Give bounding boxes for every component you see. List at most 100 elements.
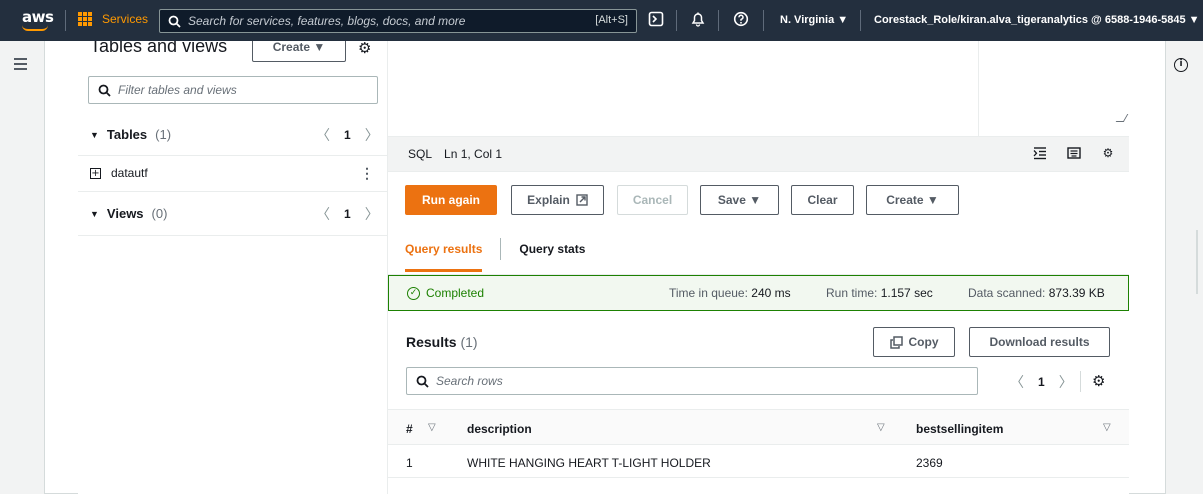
keyboard-icon[interactable] bbox=[1067, 146, 1081, 160]
more-actions-icon[interactable]: ⋮ bbox=[360, 165, 374, 182]
divider bbox=[78, 155, 387, 156]
services-menu-button[interactable]: Services bbox=[78, 12, 148, 26]
grid-icon bbox=[78, 12, 94, 26]
table-name: datautf bbox=[111, 166, 148, 180]
filter-placeholder: Filter tables and views bbox=[118, 83, 237, 97]
nav-separator bbox=[65, 10, 66, 31]
table-row: 1 WHITE HANGING HEART T-LIGHT HOLDER 236… bbox=[388, 445, 1129, 478]
search-rows-input[interactable]: Search rows bbox=[406, 367, 978, 395]
tables-page-number[interactable]: 1 bbox=[344, 128, 351, 142]
divider bbox=[78, 191, 387, 192]
explain-label: Explain bbox=[527, 193, 570, 207]
account-menu[interactable]: Corestack_Role/kiran.alva_tigeranalytics… bbox=[874, 14, 1200, 26]
search-shortcut: [Alt+S] bbox=[595, 14, 628, 26]
editor-status-bar: SQL Ln 1, Col 1 ⚙ bbox=[388, 136, 1129, 172]
column-header-description[interactable]: description bbox=[467, 422, 532, 436]
divider bbox=[78, 235, 387, 236]
views-page-number[interactable]: 1 bbox=[344, 207, 351, 221]
panel-title: Tables and views bbox=[90, 41, 228, 56]
table-cell: WHITE HANGING HEART T-LIGHT HOLDER bbox=[467, 456, 711, 470]
results-table-header: # ▽ description ▽ bestsellingitem ▽ bbox=[388, 409, 1129, 445]
tab-separator bbox=[500, 238, 502, 260]
editor-margin-line bbox=[978, 41, 979, 136]
status-completed: ✓ Completed bbox=[407, 286, 484, 300]
external-link-icon bbox=[576, 194, 588, 206]
tab-query-stats[interactable]: Query stats bbox=[519, 232, 585, 272]
results-pager: 〈 1 〉 bbox=[1010, 372, 1073, 392]
status-banner: ✓ Completed Time in queue: 240 ms Run ti… bbox=[388, 275, 1129, 311]
caret-down-icon: ▼ bbox=[90, 129, 99, 140]
chevron-right-icon[interactable]: 〉 bbox=[365, 204, 379, 224]
tab-query-results[interactable]: Query results bbox=[405, 232, 483, 272]
download-results-button[interactable]: Download results bbox=[969, 327, 1110, 357]
status-text: Completed bbox=[426, 286, 485, 300]
region-selector[interactable]: N. Virginia ▼ bbox=[780, 14, 848, 26]
cancel-button: Cancel bbox=[617, 185, 688, 215]
divider bbox=[1080, 371, 1081, 392]
table-item-datautf[interactable]: + datautf bbox=[90, 166, 148, 180]
results-page-number[interactable]: 1 bbox=[1038, 375, 1045, 389]
copy-label: Copy bbox=[908, 335, 939, 349]
sort-icon[interactable]: ▽ bbox=[1103, 422, 1111, 433]
run-again-button[interactable]: Run again bbox=[405, 185, 497, 215]
sql-editor[interactable] bbox=[388, 41, 1129, 136]
explain-button[interactable]: Explain bbox=[511, 185, 604, 215]
caret-down-icon: ▼ bbox=[90, 208, 99, 219]
data-scanned: Data scanned: 873.39 KB bbox=[968, 286, 1105, 300]
views-pager: 〈 1 〉 bbox=[316, 204, 379, 224]
global-search-input[interactable]: Search for services, features, blogs, do… bbox=[159, 9, 637, 33]
clear-button[interactable]: Clear bbox=[791, 185, 854, 215]
search-placeholder: Search for services, features, blogs, do… bbox=[188, 14, 466, 28]
editor-language: SQL bbox=[408, 147, 433, 161]
table-cell: 1 bbox=[406, 456, 413, 470]
save-button[interactable]: Save ▼ bbox=[700, 185, 779, 215]
time-in-queue: Time in queue: 240 ms bbox=[669, 286, 791, 300]
table-cell: 2369 bbox=[916, 456, 943, 470]
search-icon bbox=[98, 84, 111, 97]
nav-separator bbox=[676, 10, 677, 31]
nav-separator bbox=[763, 10, 764, 31]
gear-icon[interactable]: ⚙ bbox=[1101, 146, 1115, 160]
help-icon[interactable] bbox=[733, 11, 749, 30]
chevron-left-icon[interactable]: 〈 bbox=[1010, 372, 1024, 392]
results-tabs: Query results Query stats bbox=[405, 232, 585, 272]
results-count: (1) bbox=[460, 334, 478, 350]
search-icon bbox=[168, 15, 181, 28]
aws-logo[interactable]: aws bbox=[22, 9, 54, 25]
create-button[interactable]: Create ▼ bbox=[866, 185, 959, 215]
sort-icon[interactable]: ▽ bbox=[877, 422, 885, 433]
format-query-icon[interactable] bbox=[1033, 146, 1047, 160]
tables-section-toggle[interactable]: ▼ Tables (1) bbox=[90, 127, 171, 142]
views-label: Views bbox=[106, 206, 144, 221]
views-section-toggle[interactable]: ▼ Views (0) bbox=[90, 206, 167, 221]
search-rows-placeholder: Search rows bbox=[436, 374, 503, 388]
column-header-bestsellingitem[interactable]: bestsellingitem bbox=[916, 422, 1003, 436]
bell-icon[interactable] bbox=[690, 11, 706, 30]
chevron-left-icon[interactable]: 〈 bbox=[316, 204, 330, 224]
services-label: Services bbox=[102, 12, 149, 26]
create-table-button[interactable]: Create ▼ bbox=[252, 41, 346, 62]
filter-tables-input[interactable]: Filter tables and views bbox=[88, 76, 378, 104]
gear-icon[interactable]: ⚙ bbox=[358, 41, 371, 57]
sort-icon[interactable]: ▽ bbox=[428, 422, 436, 433]
cursor-position: Ln 1, Col 1 bbox=[444, 147, 503, 161]
menu-icon[interactable] bbox=[14, 58, 27, 73]
nav-separator bbox=[860, 10, 861, 31]
chevron-left-icon[interactable]: 〈 bbox=[316, 125, 330, 145]
query-results-panel: Run again Explain Cancel Save ▼ Clear Cr… bbox=[388, 172, 1129, 494]
nav-separator bbox=[718, 10, 719, 31]
cloudshell-icon[interactable] bbox=[648, 11, 664, 30]
column-header-index: # bbox=[406, 422, 413, 436]
copy-icon bbox=[889, 335, 903, 349]
views-count: (0) bbox=[151, 206, 168, 221]
gear-icon[interactable]: ⚙ bbox=[1092, 372, 1105, 390]
search-icon bbox=[416, 375, 429, 388]
info-icon[interactable]: i bbox=[1174, 58, 1188, 72]
results-title: Results (1) bbox=[406, 334, 478, 350]
page-scrollbar[interactable] bbox=[1196, 230, 1198, 294]
copy-button[interactable]: Copy bbox=[873, 327, 955, 357]
chevron-right-icon[interactable]: 〉 bbox=[365, 125, 379, 145]
tables-count: (1) bbox=[155, 127, 172, 142]
chevron-right-icon[interactable]: 〉 bbox=[1059, 372, 1073, 392]
expand-icon[interactable]: + bbox=[90, 167, 101, 179]
